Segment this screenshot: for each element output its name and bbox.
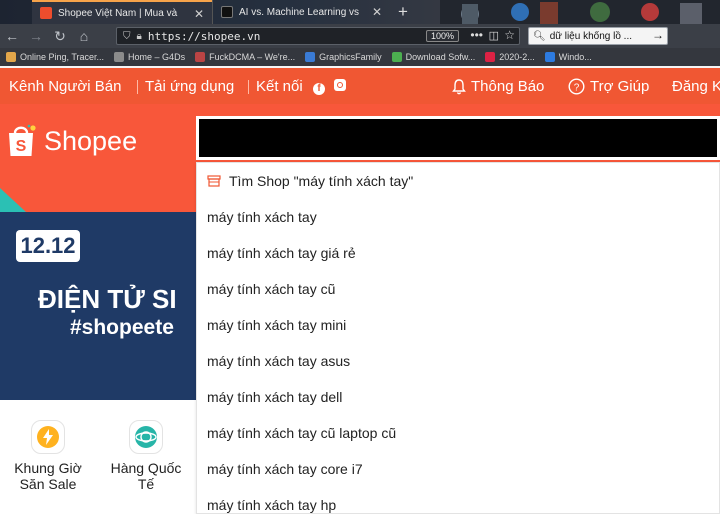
quick-link-flash-sale[interactable]: Khung Giờ Săn Sale bbox=[8, 420, 88, 492]
instagram-icon[interactable] bbox=[334, 79, 346, 96]
article-favicon-icon bbox=[221, 6, 233, 18]
lightning-icon bbox=[31, 420, 65, 454]
zoom-level[interactable]: 100% bbox=[425, 30, 459, 42]
bookmark-favicon-icon bbox=[114, 52, 125, 62]
forward-arrow-icon[interactable]: → bbox=[24, 28, 48, 44]
bookmark-item[interactable]: Home – G4Ds bbox=[114, 52, 185, 62]
banner-hashtag: #shopeete bbox=[70, 316, 174, 339]
svg-text:?: ? bbox=[574, 83, 580, 94]
shield-icon[interactable]: ⛉ bbox=[123, 31, 131, 42]
lock-icon[interactable]: 🔒︎ bbox=[137, 31, 142, 42]
bookmark-label: Windo... bbox=[558, 52, 592, 62]
search-input[interactable] bbox=[199, 119, 717, 157]
suggestion-item[interactable]: máy tính xách tay cũ bbox=[207, 271, 335, 307]
browser-tabstrip: Shopee Việt Nam | Mua và ✕ AI vs. Machin… bbox=[0, 0, 720, 24]
search-icon: 🔍︎ bbox=[533, 30, 546, 42]
address-bar[interactable]: ⛉ 🔒︎ https://shopee.vn 100% ••• ◫ ☆ bbox=[116, 27, 520, 45]
address-text[interactable]: https://shopee.vn bbox=[148, 30, 261, 43]
globe-icon bbox=[129, 420, 163, 454]
bookmark-label: Home – G4Ds bbox=[128, 52, 186, 62]
suggestion-item[interactable]: máy tính xách tay asus bbox=[207, 343, 350, 379]
suggestion-item[interactable]: máy tính xách tay core i7 bbox=[207, 451, 363, 487]
reload-icon[interactable]: ↻ bbox=[48, 28, 72, 45]
bookmarks-toolbar: Online Ping, Tracer... Home – G4Ds FuckD… bbox=[0, 48, 720, 66]
tab-shopee[interactable]: Shopee Việt Nam | Mua và ✕ bbox=[32, 0, 212, 24]
back-arrow-icon[interactable]: ← bbox=[0, 28, 24, 44]
connect-label: Kết nối bbox=[256, 78, 303, 95]
shopee-favicon-icon bbox=[40, 7, 52, 19]
shop-suggestion[interactable]: Tìm Shop "máy tính xách tay" bbox=[207, 163, 413, 199]
facebook-icon[interactable]: f bbox=[313, 79, 325, 96]
browser-search-field[interactable]: 🔍︎ dữ liệu khổng lồ ... → bbox=[528, 27, 668, 45]
quick-links: Khung Giờ Săn Sale Hàng Quốc Tế bbox=[0, 400, 196, 514]
tab-ai-ml[interactable]: AI vs. Machine Learning vs ✕ bbox=[212, 0, 390, 24]
bookmark-item[interactable]: GraphicsFamily bbox=[305, 52, 382, 62]
close-tab-icon[interactable]: ✕ bbox=[372, 5, 382, 19]
banner-badge: 12.12 bbox=[16, 230, 80, 262]
tab-title: AI vs. Machine Learning vs bbox=[239, 6, 360, 18]
bookmark-favicon-icon bbox=[195, 52, 206, 62]
bookmark-favicon-icon bbox=[485, 52, 496, 62]
bookmark-label: FuckDCMA – We're... bbox=[209, 52, 296, 62]
logo-text: Shopee bbox=[44, 125, 138, 156]
divider bbox=[248, 80, 249, 94]
quick-link-label: Hàng Quốc Tế bbox=[110, 460, 182, 492]
search-suggestions-dropdown: Tìm Shop "máy tính xách tay" máy tính xá… bbox=[196, 162, 720, 514]
shopee-logo[interactable]: S Shopee bbox=[6, 124, 137, 158]
promo-banner[interactable]: 12.12 ĐIỆN TỬ SI #shopeete bbox=[0, 188, 196, 400]
bookmark-label: 2020-2... bbox=[499, 52, 535, 62]
notifications-link[interactable]: Thông Báo bbox=[471, 78, 544, 95]
bookmark-label: GraphicsFamily bbox=[319, 52, 382, 62]
suggestion-item[interactable]: máy tính xách tay bbox=[207, 199, 317, 235]
suggestion-item[interactable]: máy tính xách tay hp bbox=[207, 487, 336, 513]
shop-icon bbox=[207, 175, 221, 187]
banner-stripe bbox=[0, 188, 196, 212]
download-app-link[interactable]: Tải ứng dụng bbox=[145, 78, 234, 95]
tab-title: Shopee Việt Nam | Mua và bbox=[58, 7, 178, 19]
bookmark-item[interactable]: 2020-2... bbox=[485, 52, 535, 62]
bookmark-favicon-icon bbox=[305, 52, 316, 62]
quick-link-international[interactable]: Hàng Quốc Tế bbox=[106, 420, 186, 492]
shopping-bag-icon: S bbox=[9, 124, 36, 156]
suggestion-item[interactable]: máy tính xách tay dell bbox=[207, 379, 342, 415]
home-icon[interactable]: ⌂ bbox=[72, 28, 96, 44]
bookmark-favicon-icon bbox=[391, 52, 402, 62]
shop-suggestion-text: Tìm Shop "máy tính xách tay" bbox=[229, 173, 414, 189]
suggestion-item[interactable]: máy tính xách tay mini bbox=[207, 307, 346, 343]
register-link[interactable]: Đăng K bbox=[672, 78, 720, 95]
bookmark-star-icon[interactable]: ☆ bbox=[504, 28, 515, 42]
bookmark-item[interactable]: FuckDCMA – We're... bbox=[195, 52, 295, 62]
bookmark-label: Download Sofw... bbox=[405, 52, 476, 62]
browser-search-query[interactable]: dữ liệu khổng lồ ... bbox=[550, 31, 650, 42]
page-actions-icon[interactable]: ••• bbox=[470, 28, 483, 42]
bookmark-favicon-icon bbox=[544, 52, 555, 62]
bookmark-item[interactable]: Windo... bbox=[544, 52, 592, 62]
bell-icon[interactable] bbox=[452, 79, 466, 95]
banner-title: ĐIỆN TỬ SI bbox=[38, 284, 177, 314]
bookmark-label: Online Ping, Tracer... bbox=[20, 52, 105, 62]
close-tab-icon[interactable]: ✕ bbox=[194, 7, 204, 21]
svg-text:S: S bbox=[16, 138, 27, 155]
suggestion-item[interactable]: máy tính xách tay giá rẻ bbox=[207, 235, 356, 271]
theme-artwork-icon bbox=[440, 0, 720, 24]
search-go-arrow-icon[interactable]: → bbox=[652, 28, 664, 42]
bookmark-item[interactable]: Download Sofw... bbox=[391, 52, 476, 62]
search-box[interactable] bbox=[196, 116, 720, 160]
pocket-icon[interactable]: ◫ bbox=[489, 29, 499, 42]
help-link[interactable]: Trợ Giúp bbox=[590, 78, 649, 95]
bookmark-item[interactable]: Online Ping, Tracer... bbox=[6, 52, 104, 62]
suggestion-item[interactable]: máy tính xách tay cũ laptop cũ bbox=[207, 415, 396, 451]
quick-link-label: Khung Giờ Săn Sale bbox=[14, 460, 82, 492]
divider bbox=[137, 80, 138, 94]
seller-channel-link[interactable]: Kênh Người Bán bbox=[9, 78, 121, 95]
help-icon[interactable]: ? bbox=[568, 78, 585, 95]
shopee-topbar: Kênh Người Bán Tải ứng dụng Kết nối f Th… bbox=[0, 68, 720, 104]
new-tab-button[interactable]: + bbox=[398, 2, 408, 22]
decorative-triangle-icon bbox=[0, 188, 26, 212]
bookmark-favicon-icon bbox=[6, 52, 16, 62]
